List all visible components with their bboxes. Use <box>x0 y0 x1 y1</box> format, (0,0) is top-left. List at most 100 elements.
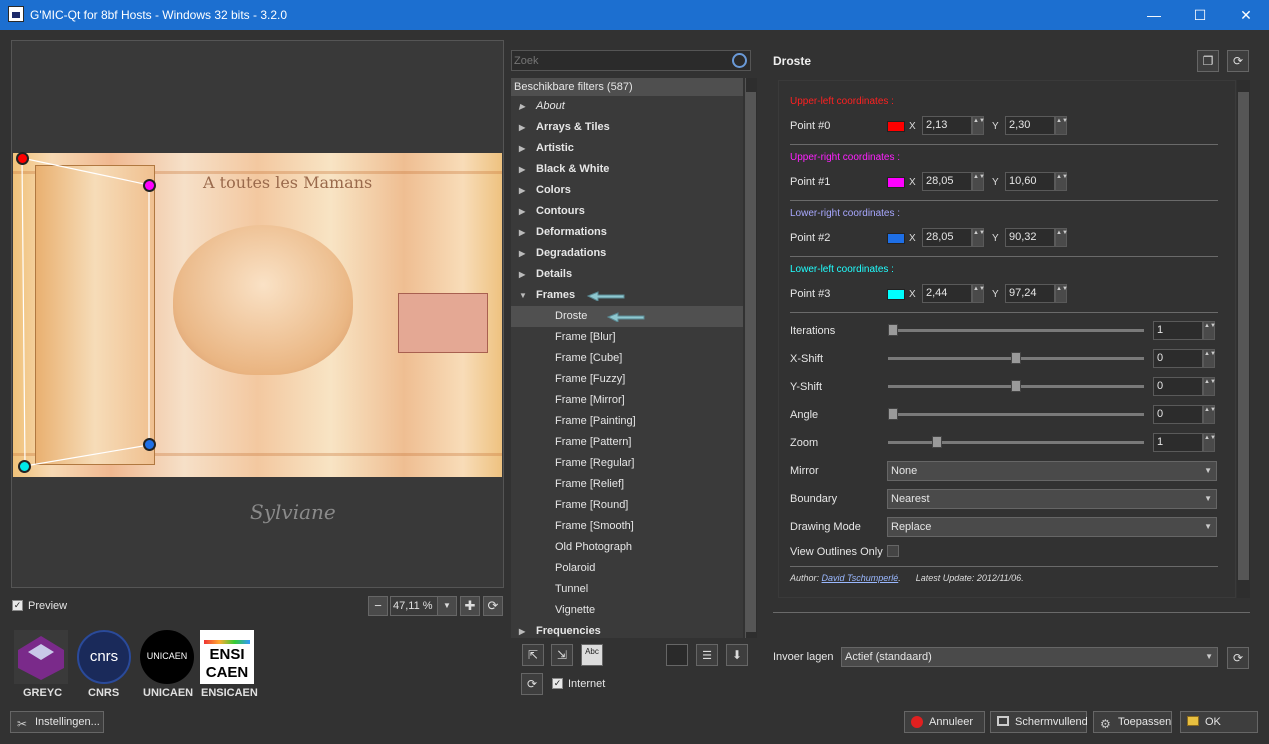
point-3-x-field[interactable]: 2,44 <box>922 284 972 303</box>
slider-handle[interactable] <box>888 408 898 420</box>
slider-value-field[interactable]: 0 <box>1153 405 1203 424</box>
slider-value-field[interactable]: 1 <box>1153 433 1203 452</box>
slider-spinner[interactable]: ▲▼ <box>1203 377 1216 396</box>
search-box[interactable] <box>511 50 751 71</box>
filter-tree-item[interactable]: ▶ Contours <box>511 201 743 222</box>
fullscreen-button[interactable]: Schermvullend <box>990 711 1088 733</box>
point-3-x-spinner[interactable]: ▲▼ <box>972 284 985 303</box>
chevron-right-icon[interactable]: ▶ <box>519 243 525 264</box>
filter-tree-item[interactable]: ▶ Details <box>511 264 743 285</box>
visible-filters-button[interactable] <box>666 644 688 666</box>
slider-track[interactable] <box>888 441 1144 444</box>
point-0-y-spinner[interactable]: ▲▼ <box>1055 116 1068 135</box>
close-button[interactable]: ✕ <box>1223 0 1269 30</box>
chevron-right-icon[interactable]: ▶ <box>519 159 525 180</box>
point-3-color-swatch[interactable] <box>887 289 905 300</box>
filter-tree-item[interactable]: Frame [Relief] <box>511 474 743 495</box>
filter-tree-item[interactable]: ▶ Deformations <box>511 222 743 243</box>
zoom-in-button[interactable]: ✚ <box>460 596 480 616</box>
chevron-right-icon[interactable]: ▶ <box>519 621 525 638</box>
minimize-button[interactable]: — <box>1131 0 1177 30</box>
point-1-color-swatch[interactable] <box>887 177 905 188</box>
input-layers-combo[interactable]: Actief (standaard) ▼ <box>841 647 1218 667</box>
point-2-color-swatch[interactable] <box>887 233 905 244</box>
chevron-down-icon[interactable]: ▼ <box>519 285 527 306</box>
apply-button[interactable]: ⚙ Toepassen <box>1093 711 1172 733</box>
slider-handle[interactable] <box>888 324 898 336</box>
point-1-y-spinner[interactable]: ▲▼ <box>1055 172 1068 191</box>
slider-value-field[interactable]: 0 <box>1153 377 1203 396</box>
filter-tree-item[interactable]: Frame [Painting] <box>511 411 743 432</box>
settings-button[interactable]: ✂ Instellingen... <box>10 711 104 733</box>
point-2-handle[interactable] <box>143 438 156 451</box>
chevron-right-icon[interactable]: ▶ <box>519 180 525 201</box>
slider-spinner[interactable]: ▲▼ <box>1203 321 1216 340</box>
filter-tree-item[interactable]: Frame [Round] <box>511 495 743 516</box>
preview-checkbox[interactable]: ✓ <box>12 600 23 611</box>
point-0-x-spinner[interactable]: ▲▼ <box>972 116 985 135</box>
zoom-field[interactable]: 47,11 % <box>390 596 438 616</box>
filter-tree-item[interactable]: Vignette <box>511 600 743 621</box>
preview-image[interactable]: A toutes les Mamans <box>13 153 502 477</box>
slider-spinner[interactable]: ▲▼ <box>1203 433 1216 452</box>
filter-tree-item[interactable]: ▶ Degradations <box>511 243 743 264</box>
filter-tree-item[interactable]: ▶ About <box>511 96 743 117</box>
combo-box[interactable]: None ▼ <box>887 461 1217 481</box>
point-0-color-swatch[interactable] <box>887 121 905 132</box>
add-favorite-button[interactable]: ⇱ <box>522 644 544 666</box>
filter-tree-header[interactable]: Beschikbare filters (587) <box>511 78 743 96</box>
point-2-y-spinner[interactable]: ▲▼ <box>1055 228 1068 247</box>
slider-value-field[interactable]: 1 <box>1153 321 1203 340</box>
chevron-right-icon[interactable]: ▶ <box>519 222 525 243</box>
point-0-y-field[interactable]: 2,30 <box>1005 116 1055 135</box>
remove-favorite-button[interactable]: ⇲ <box>551 644 573 666</box>
filter-tree-item[interactable]: Frame [Smooth] <box>511 516 743 537</box>
author-link[interactable]: David Tschumperlé <box>822 573 899 583</box>
point-2-x-spinner[interactable]: ▲▼ <box>972 228 985 247</box>
parameters-scroll-thumb[interactable] <box>1238 92 1249 580</box>
filter-tree-item[interactable]: Old Photograph <box>511 537 743 558</box>
filter-tree-item[interactable]: Frame [Mirror] <box>511 390 743 411</box>
combo-box[interactable]: Replace ▼ <box>887 517 1217 537</box>
move-down-button[interactable]: ⬇ <box>726 644 748 666</box>
point-2-y-field[interactable]: 90,32 <box>1005 228 1055 247</box>
filter-tree-item[interactable]: Frame [Fuzzy] <box>511 369 743 390</box>
view-outlines-checkbox[interactable] <box>887 545 899 557</box>
slider-handle[interactable] <box>1011 352 1021 364</box>
filter-tree-item[interactable]: ▶ Arrays & Tiles <box>511 117 743 138</box>
point-1-x-spinner[interactable]: ▲▼ <box>972 172 985 191</box>
zoom-dropdown[interactable]: ▼ <box>437 596 457 616</box>
filter-tree-item[interactable]: Tunnel <box>511 579 743 600</box>
list-view-button[interactable]: ☰ <box>696 644 718 666</box>
point-2-x-field[interactable]: 28,05 <box>922 228 972 247</box>
point-1-handle[interactable] <box>143 179 156 192</box>
slider-track[interactable] <box>888 413 1144 416</box>
maximize-button[interactable]: ☐ <box>1177 0 1223 30</box>
chevron-right-icon[interactable]: ▶ <box>519 138 525 159</box>
filter-tree-item[interactable]: ▶ Colors <box>511 180 743 201</box>
filter-tree-item[interactable]: ▶ Black & White <box>511 159 743 180</box>
filter-tree-scroll-thumb[interactable] <box>746 92 756 632</box>
slider-spinner[interactable]: ▲▼ <box>1203 405 1216 424</box>
slider-value-field[interactable]: 0 <box>1153 349 1203 368</box>
point-3-handle[interactable] <box>18 460 31 473</box>
filter-tree-item[interactable]: Frame [Regular] <box>511 453 743 474</box>
search-icon[interactable] <box>732 53 747 68</box>
reset-params-button[interactable]: ⟳ <box>1227 50 1249 72</box>
rename-favorite-button[interactable]: Abc <box>581 644 603 666</box>
point-1-y-field[interactable]: 10,60 <box>1005 172 1055 191</box>
filter-tree[interactable]: ▶ About ▶ Arrays & Tiles ▶ Artistic ▶ Black & W… <box>511 96 743 638</box>
filter-tree-item[interactable]: Frame [Blur] <box>511 327 743 348</box>
chevron-right-icon[interactable]: ▶ <box>519 264 525 285</box>
internet-checkbox[interactable]: ✓ <box>552 678 563 689</box>
point-0-handle[interactable] <box>16 152 29 165</box>
ok-button[interactable]: OK <box>1180 711 1258 733</box>
filter-tree-item[interactable]: ▶ Artistic <box>511 138 743 159</box>
input-layers-refresh-button[interactable]: ⟳ <box>1227 647 1249 669</box>
slider-handle[interactable] <box>1011 380 1021 392</box>
preview-refresh-button[interactable]: ⟳ <box>483 596 503 616</box>
filter-tree-item[interactable]: ▶ Frequencies <box>511 621 743 638</box>
slider-handle[interactable] <box>932 436 942 448</box>
search-input[interactable] <box>514 53 714 68</box>
point-3-y-spinner[interactable]: ▲▼ <box>1055 284 1068 303</box>
